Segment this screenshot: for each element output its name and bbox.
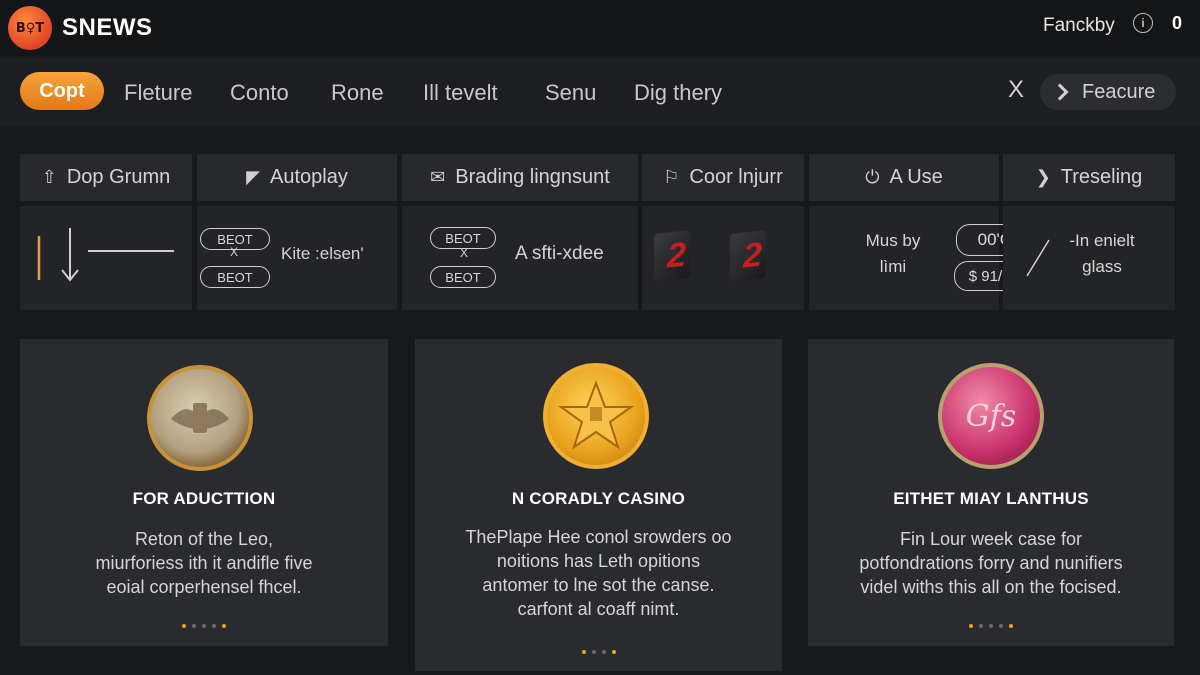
pink-gem-icon: Gfs: [938, 363, 1044, 469]
user-name[interactable]: Fanckby: [1043, 15, 1115, 37]
filter-header-label: Autoplay: [270, 166, 348, 188]
nav-tab-3[interactable]: Rone: [331, 80, 384, 106]
filter-header-coor[interactable]: ⚐ Coor lnjurr: [642, 154, 804, 201]
carousel-dots[interactable]: [415, 650, 782, 654]
carousel-dot[interactable]: [611, 650, 616, 654]
carousel-dot[interactable]: [1009, 624, 1013, 628]
arrow-down-icon: [37, 228, 174, 282]
nav-tab-1[interactable]: Fleture: [124, 80, 192, 106]
feature-button[interactable]: Feacure: [1040, 74, 1176, 110]
filter-header-autoplay[interactable]: ◤ Autoplay: [197, 154, 397, 201]
filter-header-treseling[interactable]: ❯ Treseling: [1003, 154, 1175, 201]
filter-header-brading[interactable]: ✉ Brading lingnsunt: [402, 154, 638, 201]
filter-cell-autoplay[interactable]: BEOT X BEOT Kite :elsen': [197, 206, 397, 310]
promo-card-adduction[interactable]: FOR ADUCTTION Reton of the Leo, miurfori…: [20, 339, 388, 646]
winged-medal-icon: [147, 365, 253, 471]
filter-header-label: Coor lnjurr: [689, 166, 783, 188]
star-medal-icon: [543, 363, 649, 469]
carousel-dots[interactable]: [20, 624, 388, 628]
promo-card-lanthus[interactable]: Gfs EITHET MIAY LANTHUS Fin Lour week ca…: [808, 339, 1174, 646]
wings-icon: [171, 403, 229, 433]
cross-icon: X: [230, 245, 239, 259]
brading-text: A sfti-xdee: [515, 243, 604, 264]
card-description: Reton of the Leo, miurforiess ith it and…: [95, 529, 313, 597]
dice-icon: 2: [730, 230, 766, 282]
filter-cell-brading[interactable]: BEOT X BEOT A sfti-xdee: [402, 206, 638, 310]
cross-icon: X: [460, 246, 469, 260]
filter-header-a-use[interactable]: ⏻ A Use: [809, 154, 999, 201]
carousel-dot[interactable]: [591, 650, 596, 654]
promo-card-casino[interactable]: N CORADLY CASINO ThePlape Hee conol srow…: [415, 339, 782, 671]
star-icon: [557, 380, 635, 450]
nav-tab-2[interactable]: Conto: [230, 80, 289, 106]
filter-cell-dice[interactable]: 2 2: [642, 206, 804, 310]
nav-tab-4[interactable]: Ill tevelt: [423, 80, 498, 106]
card-title: EITHET MIAY LANTHUS: [893, 489, 1089, 508]
nav-tab-6[interactable]: Dig thery: [634, 80, 722, 106]
filter-cell-arrows[interactable]: [20, 206, 192, 310]
filter-header-dop-grumn[interactable]: ⇧ Dop Grumn: [20, 154, 192, 201]
top-bar: B♀T SNEWS Fanckby i 0: [0, 0, 1200, 56]
carousel-dot[interactable]: [969, 624, 973, 628]
mail-icon: ✉: [430, 167, 446, 187]
carousel-dot[interactable]: [601, 650, 606, 654]
carousel-dot[interactable]: [979, 624, 983, 628]
nav-tab-5[interactable]: Senu: [545, 80, 596, 106]
logo[interactable]: B♀T: [8, 6, 52, 50]
close-icon[interactable]: X: [1008, 76, 1024, 104]
glass-label: -In enielt glass: [1069, 231, 1135, 276]
filter-header-label: A Use: [889, 166, 943, 188]
nav-bar: Copt Fleture Conto Rone Ill tevelt Senu …: [0, 57, 1200, 127]
filter-cell-mus-by[interactable]: Mus by lìmi 00'CD $ 91/973: [809, 206, 1046, 310]
carousel-dot[interactable]: [202, 624, 206, 628]
power-icon: ⏻: [865, 167, 880, 187]
card-description: ThePlape Hee conol srowders oo noitions …: [465, 527, 732, 619]
dice-icon: 2: [654, 230, 690, 282]
brand-title: SNEWS: [62, 14, 153, 41]
carousel-dots[interactable]: [808, 624, 1174, 628]
filter-header-label: Brading lingnsunt: [455, 166, 610, 188]
card-title: FOR ADUCTTION: [132, 489, 276, 508]
autoplay-icon: ◤: [246, 167, 260, 187]
carousel-dot[interactable]: [222, 624, 226, 628]
card-description: Fin Lour week case for potfondrations fo…: [859, 529, 1123, 597]
autoplay-text: Kite :elsen': [281, 244, 364, 263]
carousel-dot[interactable]: [989, 624, 993, 628]
carousel-dot[interactable]: [192, 624, 196, 628]
bet-pill[interactable]: BEOT: [430, 266, 496, 288]
carousel-dot[interactable]: [999, 624, 1003, 628]
mus-by-label: Mus by lìmi: [865, 231, 921, 276]
feature-button-label: Feacure: [1082, 80, 1156, 103]
filter-header-label: Dop Grumn: [66, 166, 171, 188]
carousel-dot[interactable]: [212, 624, 216, 628]
arrow-up-icon: ⇧: [41, 167, 57, 187]
chevron-right-icon: [1051, 83, 1069, 101]
nav-tab-active[interactable]: Copt: [20, 72, 104, 110]
flag-icon: ⚐: [663, 167, 680, 187]
carousel-dot[interactable]: [581, 650, 586, 654]
filter-header-label: Treseling: [1060, 166, 1143, 188]
filter-cell-glass[interactable]: -In enielt glass: [1003, 206, 1175, 310]
notification-count[interactable]: 0: [1172, 13, 1182, 34]
chevron-right-icon: ❯: [1035, 167, 1051, 187]
carousel-dot[interactable]: [182, 624, 186, 628]
gem-monogram: Gfs: [965, 398, 1017, 434]
info-icon[interactable]: i: [1133, 13, 1153, 33]
bet-pill[interactable]: BEOT: [200, 266, 270, 288]
card-title: N CORADLY CASINO: [511, 489, 686, 508]
